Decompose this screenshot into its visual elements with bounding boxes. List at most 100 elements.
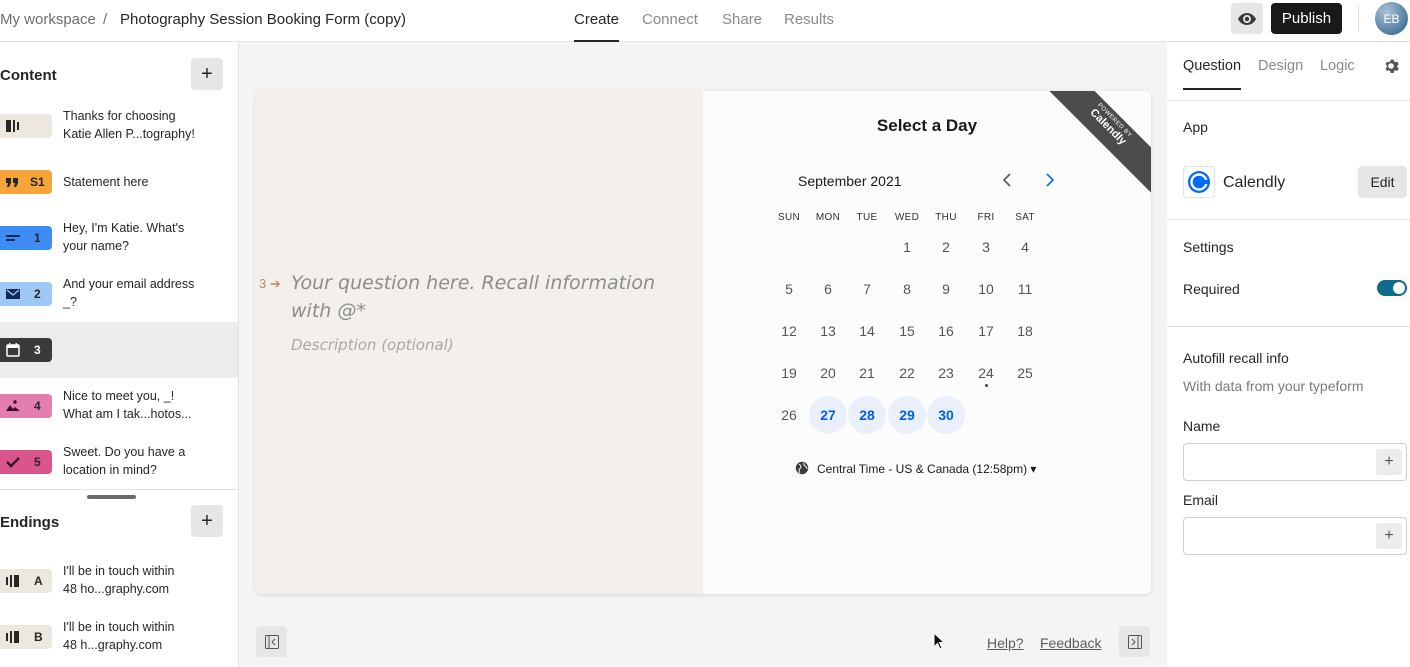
item-label: Nice to meet you, _! What am I tak...hoto… [63,389,192,421]
calendar-day: 18 [1017,323,1033,339]
tab-question[interactable]: Question [1183,58,1242,90]
required-toggle[interactable] [1377,280,1407,296]
question-badge: 3 [0,338,52,362]
eye-icon [1238,12,1256,25]
ending-screen-icon [6,575,19,587]
question-title-input[interactable]: Your question here. Recall information w… [291,269,691,325]
calendar-day: 16 [938,323,954,339]
resize-handle[interactable] [87,495,136,499]
calendar-day: 17 [978,323,994,339]
calendar-day: 25 [1017,365,1033,381]
tab-logic[interactable]: Logic [1320,58,1355,74]
autofill-title: Autofill recall info [1183,350,1289,366]
list-item-ending-b[interactable]: B I'll be in touch within 48 h...graphy.c… [0,609,238,665]
calendar-day: 21 [859,365,875,381]
divider [0,489,238,490]
question-pane: 3 ➔ Your question here. Recall informati… [255,91,703,594]
questions-sidebar: Content + Thanks for choosing Katie Allen… [0,42,239,667]
tab-create[interactable]: Create [574,11,620,42]
settings-label: Settings [1183,239,1234,255]
calendar-day: 7 [863,281,871,297]
help-link[interactable]: Help? [987,635,1024,651]
calendar-day: 8 [903,281,911,297]
breadcrumb-separator: / [103,11,108,28]
ending-badge: B [0,625,52,649]
weekday-label: WED [894,212,920,223]
app-name: Calendly [1223,174,1286,191]
autofill-subtitle: With data from your typeform [1183,378,1364,394]
calendar-month: September 2021 [798,173,902,189]
calendar-day-available[interactable]: 30 [927,396,965,434]
gear-icon[interactable] [1383,58,1399,79]
list-item-question-3[interactable]: 3 [0,322,238,378]
calendar-day: 26 [781,407,797,423]
tab-results[interactable]: Results [784,11,834,28]
item-label: I'll be in touch within 48 ho...graphy.co… [63,564,175,596]
feedback-link[interactable]: Feedback [1040,635,1101,651]
calendar-day: 1 [903,239,911,255]
name-recall-field[interactable]: + [1183,443,1407,481]
form-title[interactable]: Photography Session Booking Form (copy) [120,11,406,28]
collapse-left-panel-button[interactable] [256,626,287,657]
list-item-question-5[interactable]: 5 Sweet. Do you have a location in mind? [0,434,238,490]
tab-share[interactable]: Share [722,11,762,28]
calendar-day: 19 [781,365,797,381]
top-bar: My workspace / Photography Session Booki… [0,0,1410,42]
tab-connect[interactable]: Connect [642,11,698,28]
weekday-label: SAT [1015,212,1035,223]
calendar-day-available[interactable]: 28 [848,396,886,434]
publish-button[interactable]: Publish [1271,3,1342,34]
question-card: 3 ➔ Your question here. Recall informati… [255,91,1151,594]
list-item-ending-a[interactable]: A I'll be in touch within 48 ho...graphy.… [0,553,238,609]
tab-design[interactable]: Design [1258,58,1303,74]
email-recall-field[interactable]: + [1183,517,1407,555]
chevron-left-icon[interactable] [1002,171,1012,192]
avatar[interactable]: EB [1375,2,1408,35]
calendar-day: 12 [781,323,797,339]
short-text-icon [6,235,20,241]
list-item-question-2[interactable]: 2 And your email address _? [0,266,238,322]
checkmark-icon [6,457,20,468]
calendar-day-available[interactable]: 29 [888,396,926,434]
item-label: Sweet. Do you have a location in mind? [63,445,186,477]
calendar-day: 20 [820,365,836,381]
plus-icon[interactable]: + [1376,523,1402,549]
plus-icon[interactable]: + [1376,449,1402,475]
app-label: App [1183,119,1208,135]
question-description-input[interactable]: Description (optional) [291,336,454,354]
welcome-badge [0,114,52,138]
item-label: Thanks for choosing Katie Allen P...togra… [63,109,195,141]
calendly-logo [1183,166,1215,198]
chevron-right-icon[interactable] [1045,171,1055,192]
breadcrumb-workspace[interactable]: My workspace [0,11,96,28]
picture-choice-icon [6,400,20,411]
calendar-day: 23 [938,365,954,381]
add-question-button[interactable]: + [191,58,223,90]
list-item-welcome[interactable]: Thanks for choosing Katie Allen P...togra… [0,98,238,154]
list-item-statement[interactable]: S1 Statement here [0,154,238,210]
calendar-day-available[interactable]: 27 [809,396,847,434]
calendar-day: 10 [978,281,994,297]
question-badge: 4 [0,394,52,418]
editor-canvas: 3 ➔ Your question here. Recall informati… [239,42,1167,667]
calendar-day: 4 [1021,239,1029,255]
question-badge: 5 [0,450,52,474]
calendar-day: 15 [899,323,915,339]
preview-button[interactable] [1231,3,1263,34]
edit-app-button[interactable]: Edit [1358,166,1407,198]
endings-heading: Endings [0,514,60,531]
email-icon [6,289,20,299]
list-item-question-4[interactable]: 4 Nice to meet you, _! What am I tak...ho… [0,378,238,434]
content-heading: Content [0,67,57,84]
calendar-day: 14 [859,323,875,339]
calendly-widget: POWERED BY Calendly Select a Day Septemb… [703,91,1151,594]
collapse-right-panel-button[interactable] [1119,626,1150,657]
add-ending-button[interactable]: + [191,505,223,537]
calendar-day: 11 [1017,281,1033,297]
calendar-day: 13 [820,323,836,339]
weekday-label: MON [815,212,841,223]
divider [1167,326,1410,327]
list-item-question-1[interactable]: 1 Hey, I'm Katie. What's your name? [0,210,238,266]
globe-icon [795,461,809,475]
divider [1358,5,1359,32]
